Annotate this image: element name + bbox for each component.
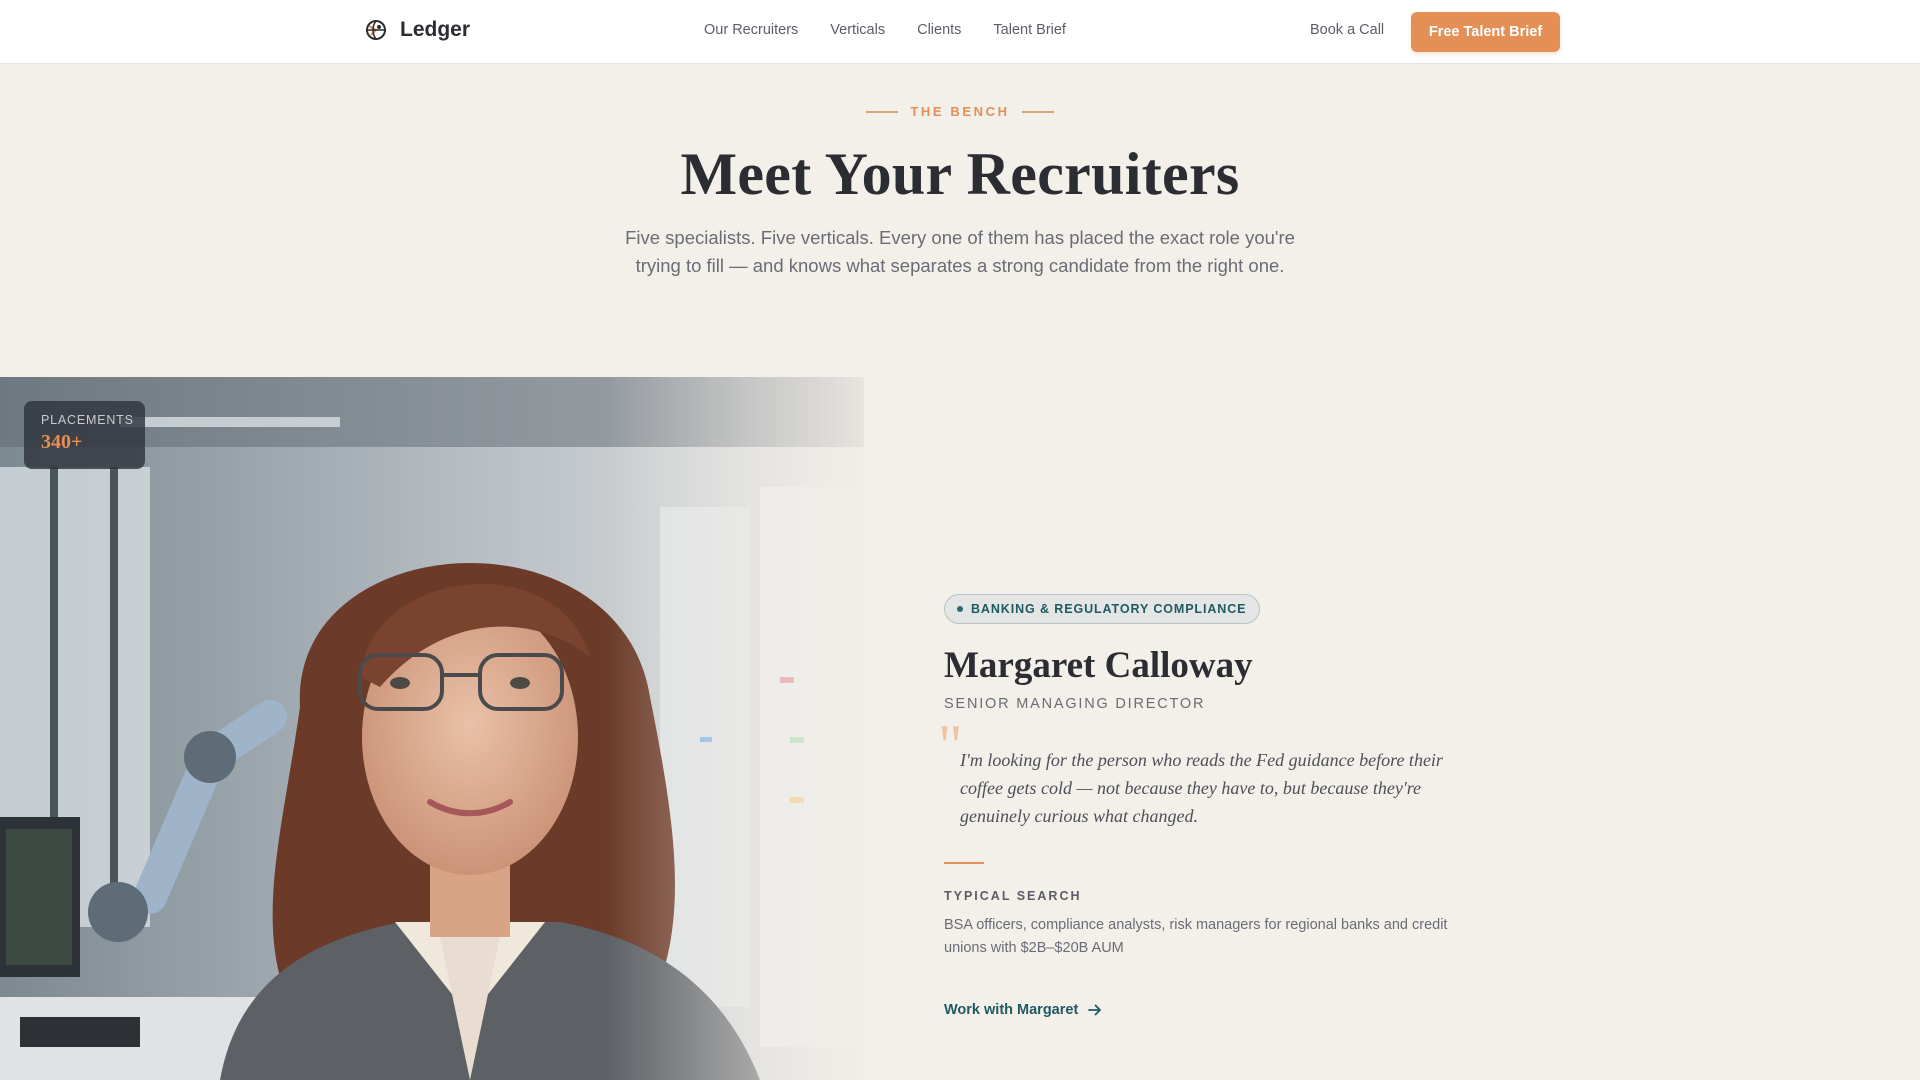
recruiter-name: Margaret Calloway [944,645,1253,686]
nav-clients[interactable]: Clients [917,22,961,38]
accent-divider [944,862,984,864]
recruiter-quote: I'm looking for the person who reads the… [960,750,1443,826]
eyebrow-line-right [1021,110,1054,113]
stat-label: PLACEMENTS [41,413,134,427]
work-with-margaret-link[interactable]: Work with Margaret [944,1002,1102,1018]
brand-name: Ledger [400,18,471,41]
book-call-link[interactable]: Book a Call [1310,22,1384,38]
portrait-illustration [0,377,864,1080]
section-eyebrow: THE BENCH [0,104,1920,119]
stat-value: 340+ [41,431,83,453]
nav-our-recruiters[interactable]: Our Recruiters [704,22,798,38]
globe-logo-icon [366,20,386,40]
eyebrow-line-left [866,110,899,113]
typical-search-text: BSA officers, compliance analysts, risk … [944,917,1448,956]
quote-mark-icon: " [938,713,963,779]
placements-stat-card: PLACEMENTS 340+ [24,401,145,469]
nav-talent-brief[interactable]: Talent Brief [993,22,1066,38]
recruiter-portrait [0,377,864,1080]
brand-logo[interactable]: Ledger [364,18,470,42]
recruiter-title: SENIOR MANAGING DIRECTOR [944,696,1206,712]
eyebrow-text: THE BENCH [910,104,1010,119]
free-talent-brief-button[interactable]: Free Talent Brief [1411,12,1560,52]
page-subtitle: Five specialists. Five verticals. Every … [625,227,1295,276]
nav-verticals[interactable]: Verticals [830,22,885,38]
main-nav: Our Recruiters Verticals Clients Talent … [704,22,1066,38]
vertical-badge-label: BANKING & REGULATORY COMPLIANCE [971,602,1247,616]
arrow-right-icon [1088,1004,1102,1016]
work-link-label: Work with Margaret [944,1002,1079,1018]
page-title: Meet Your Recruiters [680,141,1240,207]
badge-dot-icon [957,606,963,612]
site-header: Ledger Our Recruiters Verticals Clients … [0,0,1920,64]
vertical-badge: BANKING & REGULATORY COMPLIANCE [944,594,1261,624]
typical-search-label: TYPICAL SEARCH [944,889,1082,903]
